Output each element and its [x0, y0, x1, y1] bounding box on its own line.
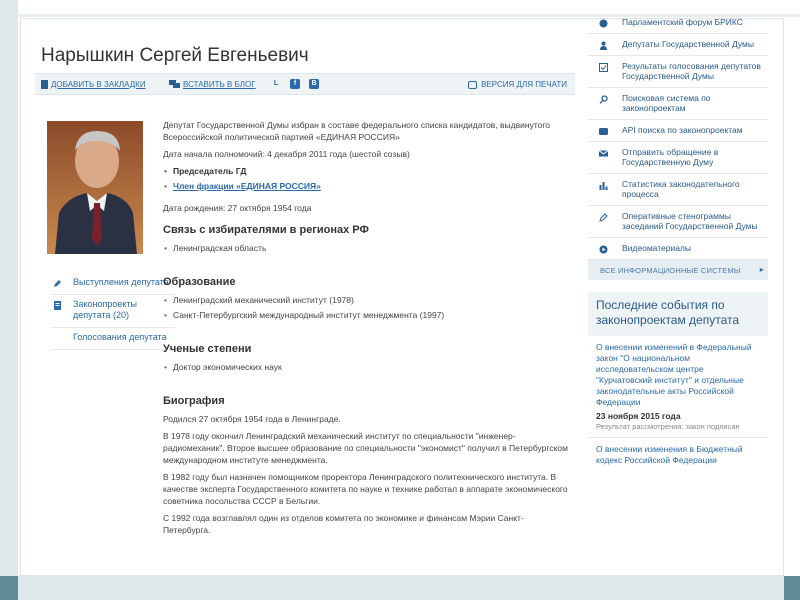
event-item: О внесении изменений в Федеральный закон…: [588, 336, 768, 438]
bookmark-icon: [41, 80, 48, 89]
position-item: Председатель ГД: [163, 165, 568, 177]
degrees-list: Доктор экономических наук: [163, 361, 568, 373]
nav-item-vote-results[interactable]: Результаты голосования депутатов Государ…: [588, 56, 768, 88]
faction-link[interactable]: Член фракции «ЕДИНАЯ РОССИЯ»: [173, 181, 321, 191]
event-link[interactable]: О внесении изменений в Федеральный закон…: [596, 342, 760, 408]
event-date: 23 ноября 2015 года: [596, 411, 681, 421]
pen-icon: [599, 213, 608, 222]
slide-frame-corner-left: [0, 576, 18, 600]
nav-item-statistics[interactable]: Статистика законодательного процесса: [588, 174, 768, 206]
slide-frame-bottom: [0, 576, 800, 600]
slide-frame-corner-right: [784, 576, 800, 600]
stats-icon: [599, 182, 608, 190]
event-status: Результат рассмотрения: закон подписан: [596, 422, 740, 431]
nav-item-video[interactable]: Видеоматериалы: [588, 238, 768, 260]
degrees-heading: Ученые степени: [163, 343, 252, 355]
print-version-link[interactable]: ВЕРСИЯ ДЛЯ ПЕЧАТИ: [468, 80, 567, 89]
slide-frame-top: [18, 14, 800, 17]
portrait-image: [47, 121, 143, 254]
blog-button[interactable]: ВСТАВИТЬ В БЛОГ: [169, 80, 256, 89]
list-item: Санкт-Петербургский международный инстит…: [163, 309, 568, 321]
slide-frame-left: [0, 0, 18, 600]
election-info: Депутат Государственной Думы избран в со…: [163, 120, 551, 142]
positions-list: Председатель ГД Член фракции «ЕДИНАЯ РОС…: [163, 165, 568, 192]
mail-icon: [599, 150, 608, 157]
chat-icon: [169, 80, 180, 88]
bio-paragraph: В 1982 году был назначен помощником прор…: [163, 472, 568, 506]
deputy-info: Депутат Государственной Думы избран в со…: [163, 119, 568, 541]
facebook-icon[interactable]: f: [290, 79, 300, 89]
regions-heading: Связь с избирателями в регионах РФ: [163, 224, 369, 236]
all-systems-link[interactable]: ВСЕ ИНФОРМАЦИОННЫЕ СИСТЕМЫ ▸: [588, 260, 768, 280]
regions-list: Ленинградская область: [163, 242, 568, 254]
birth-date: Дата рождения: 27 октября 1954 года: [163, 203, 312, 213]
biography-heading: Биография: [163, 395, 225, 407]
votes-link[interactable]: Голосования депутата: [51, 328, 175, 350]
livejournal-icon[interactable]: L: [271, 79, 281, 89]
event-link[interactable]: О внесении изменения в Бюджетный кодекс …: [596, 444, 760, 466]
share-toolbar: ДОБАВИТЬ В ЗАКЛАДКИ ВСТАВИТЬ В БЛОГ L f …: [35, 73, 575, 95]
list-item: Доктор экономических наук: [163, 361, 568, 373]
browser-screenshot: Нарышкин Сергей Евгеньевич ДОБАВИТЬ В ЗА…: [20, 18, 784, 576]
pen-icon: [54, 280, 61, 287]
printer-icon: [468, 80, 478, 89]
api-icon: [599, 128, 608, 135]
search-icon: [599, 95, 608, 104]
bio-paragraph: В 1978 году окончил Ленинградский механи…: [163, 431, 568, 465]
bills-link[interactable]: Законопроекты депутата (20): [51, 295, 175, 328]
bookmark-button[interactable]: ДОБАВИТЬ В ЗАКЛАДКИ: [41, 80, 146, 89]
events-heading: Последние события по законопроектам депу…: [588, 292, 768, 336]
ballot-icon: [599, 63, 608, 72]
nav-item-brics[interactable]: Парламентский форум БРИКС: [588, 19, 768, 34]
term-start: Дата начала полномочий: 4 декабря 2011 г…: [163, 149, 410, 159]
vkontakte-icon[interactable]: B: [309, 79, 319, 89]
globe-icon: [599, 19, 608, 28]
bio-paragraph: С 1992 года возглавлял один из отделов к…: [163, 513, 524, 535]
deputy-photo: [47, 121, 143, 254]
nav-item-deputies[interactable]: Депутаты Государственной Думы: [588, 34, 768, 56]
document-icon: [54, 301, 61, 310]
nav-item-bill-search[interactable]: Поисковая система по законопроектам: [588, 88, 768, 120]
nav-item-transcripts[interactable]: Оперативные стенограммы заседаний Госуда…: [588, 206, 768, 238]
faction-item: Член фракции «ЕДИНАЯ РОССИЯ»: [163, 180, 568, 192]
right-sidebar: Парламентский форум БРИКС Депутаты Госуд…: [588, 19, 768, 575]
event-item: О внесении изменения в Бюджетный кодекс …: [588, 438, 768, 472]
bio-paragraph: Родился 27 октября 1954 года в Ленинград…: [163, 414, 341, 424]
speeches-link[interactable]: Выступления депутата: [51, 273, 175, 295]
arrow-right-icon: ▸: [759, 265, 764, 274]
person-icon: [600, 41, 607, 50]
education-list: Ленинградский механический институт (197…: [163, 294, 568, 321]
page-title: Нарышкин Сергей Евгеньевич: [41, 45, 309, 66]
list-item: Ленинградская область: [163, 242, 568, 254]
nav-item-api[interactable]: API поиска по законопроектам: [588, 120, 768, 142]
list-item: Ленинградский механический институт (197…: [163, 294, 568, 306]
education-heading: Образование: [163, 276, 236, 288]
nav-item-appeal[interactable]: Отправить обращение в Государственную Ду…: [588, 142, 768, 174]
main-column: Нарышкин Сергей Евгеньевич ДОБАВИТЬ В ЗА…: [21, 19, 579, 575]
video-icon: [599, 245, 608, 254]
deputy-links: Выступления депутата Законопроекты депут…: [51, 273, 175, 350]
